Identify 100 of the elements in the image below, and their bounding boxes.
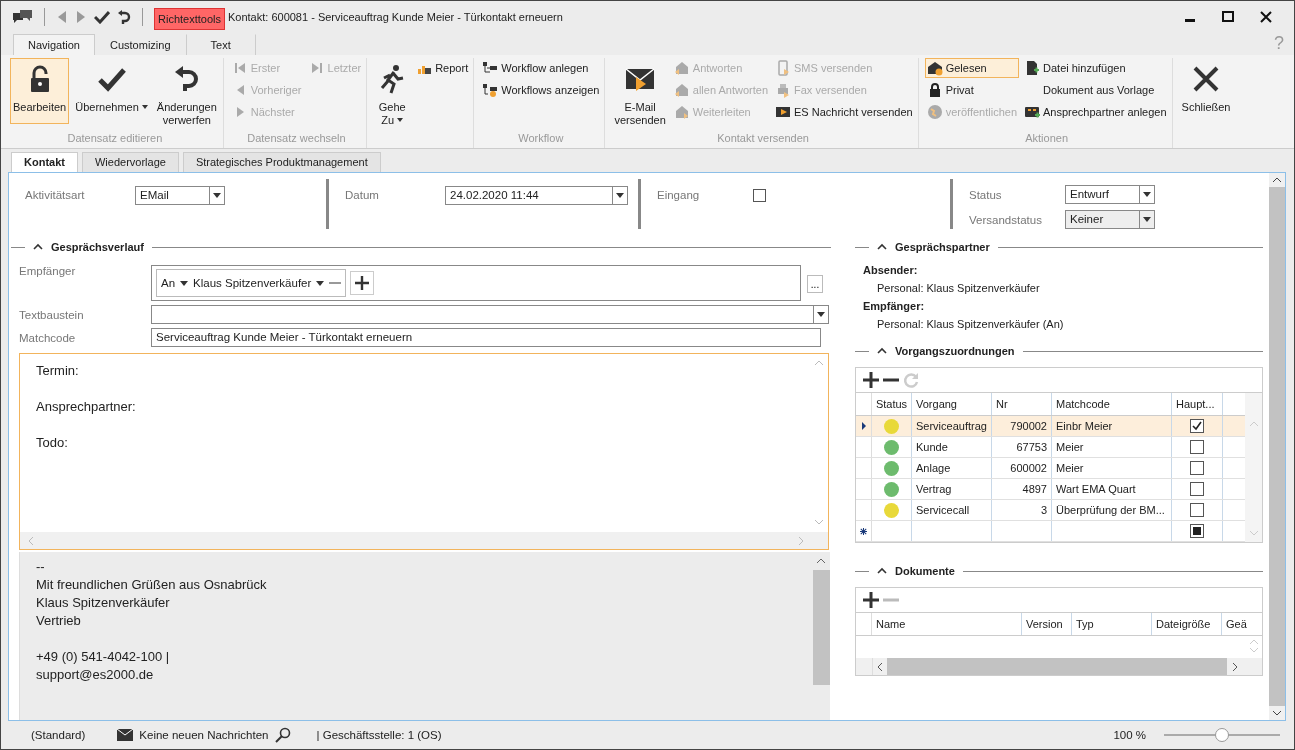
scroll-left-icon[interactable] <box>877 661 883 672</box>
collapse-chevron-icon[interactable] <box>877 243 887 251</box>
checkbox[interactable] <box>1190 419 1204 433</box>
checkbox[interactable] <box>1190 461 1204 475</box>
ribbon-button[interactable]: ES Nachricht versenden <box>773 102 915 122</box>
table-row[interactable]: Servicecall 3 Überprüfung der BM... <box>856 500 1245 521</box>
ribbon-button[interactable]: Ansprechpartner anlegen <box>1022 102 1169 122</box>
table-cell: Serviceauftrag <box>912 416 992 436</box>
ribbon-button[interactable]: Übernehmen <box>72 58 151 124</box>
checkbox[interactable] <box>1190 482 1204 496</box>
ribbon-button[interactable]: Schließen <box>1178 58 1234 124</box>
group-label: Aktionen <box>1024 132 1069 146</box>
checkbox[interactable] <box>1190 503 1204 517</box>
signature-line: Vertrieb <box>36 612 82 630</box>
checkmark-icon[interactable] <box>94 10 110 24</box>
chat-bubbles-icon[interactable] <box>11 9 33 25</box>
ribbon-button[interactable]: Workflow anlegen <box>480 58 602 78</box>
matchcode-field[interactable]: Serviceauftrag Kunde Meier - Türkontakt erneuern <box>151 328 821 347</box>
content-tab[interactable]: Wiedervorlage <box>81 152 179 172</box>
status-text: Keine neuen Nachrichten <box>139 729 269 741</box>
table-cell: Servicecall <box>912 500 992 520</box>
ribbon-button[interactable]: Änderungen verwerfen <box>153 58 220 124</box>
ribbon-button[interactable]: Dokument aus Vorlage <box>1022 80 1169 100</box>
group-label: Datensatz editieren <box>66 132 164 146</box>
column-header[interactable]: Name <box>872 613 1022 635</box>
status-text: (Standard) <box>31 729 86 741</box>
maximize-icon[interactable] <box>1222 11 1234 23</box>
table-cell: Überprüfung der BM... <box>1052 500 1172 520</box>
search-icon[interactable] <box>274 727 291 743</box>
context-tab[interactable]: Richtexttools <box>154 8 225 30</box>
table-row[interactable]: Kunde 67753 Meier <box>856 437 1245 458</box>
scroll-up-icon[interactable] <box>816 558 826 564</box>
scroll-right-icon[interactable] <box>1232 661 1238 672</box>
table-row[interactable]: Anlage 600002 Meier <box>856 458 1245 479</box>
dropdown-field[interactable]: 24.02.2020 11:44 <box>445 185 628 205</box>
recipient-token[interactable]: An Klaus Spitzenverkäufer <box>156 269 347 297</box>
message-icon <box>775 104 792 120</box>
contact-card-icon <box>1024 104 1040 120</box>
signature-line: support@es2000.de <box>36 666 155 684</box>
table-cell: 600002 <box>992 458 1052 478</box>
column-header[interactable]: Vorgang <box>912 393 992 415</box>
close-icon[interactable] <box>1260 11 1272 23</box>
table-cell: Wart EMA Quart <box>1052 479 1172 499</box>
scroll-up-icon[interactable] <box>1272 177 1282 183</box>
column-header[interactable]: Dateigröße <box>1152 613 1222 635</box>
field-label: Aktivitätsart <box>25 189 86 201</box>
add-icon[interactable] <box>862 371 880 389</box>
column-header[interactable]: Version <box>1022 613 1072 635</box>
ribbon-button[interactable]: Report <box>414 58 471 78</box>
scrollbar-thumb[interactable] <box>1269 187 1285 706</box>
recipients-field[interactable]: An Klaus Spitzenverkäufer <box>151 265 801 301</box>
ribbon-button[interactable]: Workflows anzeigen <box>480 80 602 100</box>
column-header[interactable]: Haupt... <box>1172 393 1223 415</box>
column-header[interactable]: Geä <box>1222 613 1248 635</box>
field-label: Status <box>969 188 1003 201</box>
dropdown-field[interactable] <box>151 305 829 324</box>
signature-line: +49 (0) 541-4042-100 | <box>36 648 171 666</box>
current-row-icon <box>860 421 867 431</box>
field-label: Datum <box>345 189 380 201</box>
scroll-down-icon[interactable] <box>1272 710 1282 716</box>
collapse-chevron-icon[interactable] <box>877 567 887 575</box>
ribbon-button[interactable]: Gehe Zu <box>373 58 412 124</box>
dropdown-field[interactable]: EMail <box>135 185 225 205</box>
table-cell: Anlage <box>912 458 992 478</box>
scrollbar-thumb[interactable] <box>812 570 830 685</box>
ribbon-tab[interactable]: Navigation <box>13 34 95 55</box>
workflow-icon <box>482 60 499 76</box>
column-header[interactable]: Typ <box>1072 613 1152 635</box>
section-title: Vorgangszuordnungen <box>895 345 1015 357</box>
ribbon-button[interactable]: Gelesen <box>924 58 1019 78</box>
scrollbar-thumb[interactable] <box>887 658 1227 675</box>
table-row[interactable]: Vertrag 4897 Wart EMA Quart <box>856 479 1245 500</box>
collapse-chevron-icon[interactable] <box>877 347 887 355</box>
table-cell: Meier <box>1052 458 1172 478</box>
ribbon-button[interactable]: Datei hinzufügen <box>1022 58 1169 78</box>
checkbox[interactable] <box>1190 524 1204 538</box>
checkbox[interactable] <box>753 188 766 202</box>
add-icon[interactable] <box>862 591 880 609</box>
ribbon-button[interactable]: Bearbeiten <box>10 58 70 124</box>
globe-icon <box>926 104 943 120</box>
column-header[interactable]: Matchcode <box>1052 393 1172 415</box>
status-text: | Geschäftsstelle: 1 (OS) <box>316 729 442 741</box>
table-cell: 67753 <box>992 437 1052 457</box>
dropdown-field[interactable]: Entwurf <box>1065 185 1155 204</box>
editor-text-line: Ansprechpartner: <box>36 398 137 416</box>
table-cell: Einbr Meier <box>1052 416 1172 436</box>
partner-value: Personal: Klaus Spitzenverkäufer (An) <box>876 317 1065 332</box>
content-tab[interactable]: Kontakt <box>11 152 78 172</box>
checkbox[interactable] <box>1190 440 1204 454</box>
ribbon-button[interactable]: E-Mail versenden <box>611 58 669 124</box>
signature-line: Klaus Spitzenverkäufer <box>36 594 171 612</box>
column-header[interactable]: Status <box>872 393 912 415</box>
content-tab[interactable]: Strategisches Produktmanagement <box>182 152 381 172</box>
more-button[interactable]: ... <box>807 275 823 293</box>
table-row[interactable]: Serviceauftrag 790002 Einbr Meier <box>856 416 1245 437</box>
ribbon-tab[interactable]: Customizing <box>95 34 186 55</box>
undo-icon[interactable] <box>117 10 131 24</box>
collapse-chevron-icon[interactable] <box>33 243 43 251</box>
column-header[interactable]: Nr <box>992 393 1052 415</box>
ribbon-button[interactable]: Privat <box>924 80 1019 100</box>
